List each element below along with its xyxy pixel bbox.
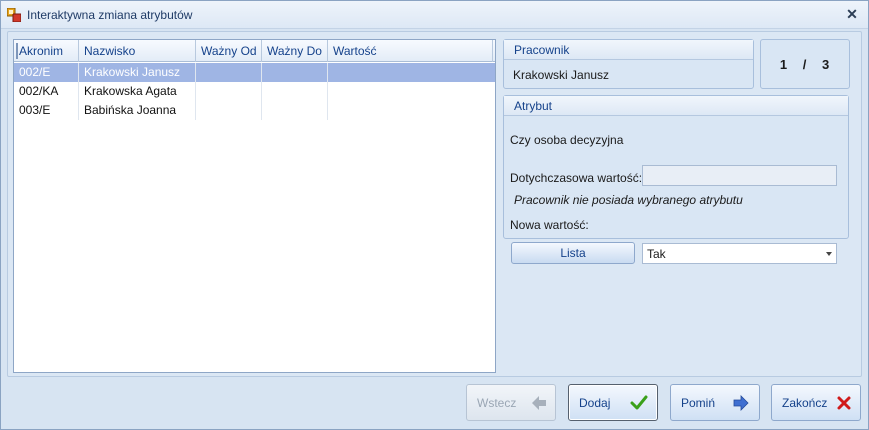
cell-wartosc — [328, 101, 495, 120]
new-value-select[interactable]: Tak — [642, 243, 837, 264]
cell-akronim: 002/E — [14, 63, 79, 82]
table-row[interactable]: 002/E Krakowski Janusz — [14, 63, 495, 82]
window-title: Interaktywna zmiana atrybutów — [27, 8, 193, 22]
close-red-icon — [837, 396, 851, 410]
arrow-left-icon — [532, 396, 546, 410]
cell-wartosc — [328, 82, 495, 101]
column-header-wartosc[interactable]: Wartość — [328, 40, 493, 62]
cell-wazny-do — [262, 101, 328, 120]
column-header-nazwisko[interactable]: Nazwisko — [79, 40, 196, 62]
employee-panel: Pracownik Krakowski Janusz — [503, 39, 754, 89]
cell-akronim: 003/E — [14, 101, 79, 120]
cell-nazwisko: Babińska Joanna — [79, 101, 196, 120]
add-button-label: Dodaj — [579, 396, 611, 410]
current-value-label: Dotychczasowa wartość: — [510, 171, 643, 185]
new-value-selected: Tak — [647, 247, 666, 261]
list-button[interactable]: Lista — [511, 242, 635, 264]
cell-akronim: 002/KA — [14, 82, 79, 101]
column-header-wazny-od[interactable]: Ważny Od — [196, 40, 262, 62]
employees-grid[interactable]: Akronim Nazwisko Ważny Od Ważny Do Warto… — [13, 39, 496, 373]
chevron-down-icon[interactable] — [826, 252, 832, 256]
employee-name: Krakowski Janusz — [513, 68, 610, 82]
finish-button-label: Zakończ — [782, 396, 828, 410]
employee-panel-title: Pracownik — [504, 40, 753, 60]
counter-current: 1 — [779, 57, 789, 72]
column-header-wazny-do[interactable]: Ważny Do — [262, 40, 328, 62]
skip-button-label: Pomiń — [681, 396, 716, 410]
skip-button[interactable]: Pomiń — [670, 384, 760, 421]
app-icon — [7, 8, 21, 22]
cell-wazny-do — [262, 63, 328, 82]
title-bar[interactable]: Interaktywna zmiana atrybutów ✕ — [1, 1, 868, 29]
cell-wartosc — [328, 63, 495, 82]
cell-wazny-od — [196, 82, 262, 101]
cell-nazwisko: Krakowski Janusz — [79, 63, 196, 82]
new-value-label: Nowa wartość: — [510, 218, 589, 232]
dialog-window: Interaktywna zmiana atrybutów ✕ Akronim … — [0, 0, 869, 430]
table-row[interactable]: 002/KA Krakowska Agata — [14, 82, 495, 101]
back-button-label: Wstecz — [477, 396, 517, 410]
counter-total: 3 — [821, 57, 831, 72]
arrow-right-icon — [733, 395, 749, 411]
table-row[interactable]: 003/E Babińska Joanna — [14, 101, 495, 120]
current-value-field — [642, 165, 837, 186]
checkmark-icon — [630, 395, 648, 410]
column-header-akronim[interactable]: Akronim — [14, 40, 79, 62]
cell-nazwisko: Krakowska Agata — [79, 82, 196, 101]
attribute-panel: Atrybut Czy osoba decyzyjna Dotychczasow… — [503, 95, 849, 239]
cell-wazny-od — [196, 63, 262, 82]
cell-wazny-od — [196, 101, 262, 120]
record-counter: 1 / 3 — [760, 39, 850, 89]
attribute-info-text: Pracownik nie posiada wybranego atrybutu — [514, 193, 743, 207]
attribute-panel-title: Atrybut — [504, 96, 848, 116]
counter-separator: / — [802, 57, 808, 72]
finish-button[interactable]: Zakończ — [771, 384, 861, 421]
cell-wazny-do — [262, 82, 328, 101]
back-button[interactable]: Wstecz — [466, 384, 556, 421]
attribute-name: Czy osoba decyzyjna — [510, 133, 624, 147]
close-icon[interactable]: ✕ — [844, 6, 860, 22]
add-button[interactable]: Dodaj — [568, 384, 658, 421]
grid-header: Akronim Nazwisko Ważny Od Ważny Do Warto… — [14, 40, 495, 62]
